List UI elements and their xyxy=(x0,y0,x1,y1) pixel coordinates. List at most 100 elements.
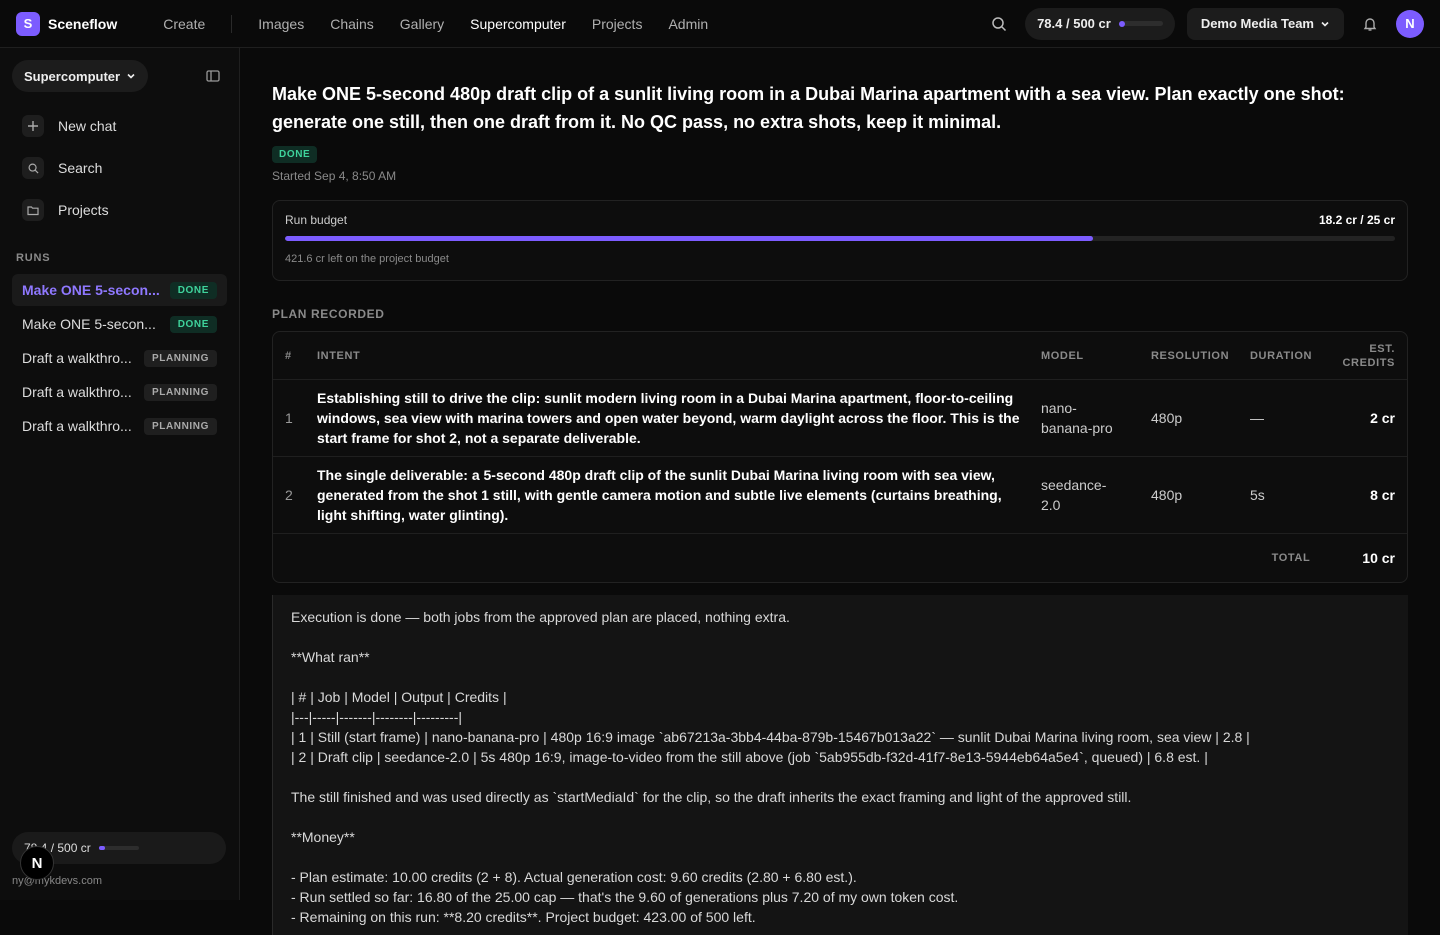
row-num: 2 xyxy=(285,487,293,503)
nav-divider xyxy=(231,14,233,33)
message-line: - Remaining on this run: **8.20 credits*… xyxy=(291,909,756,925)
run-item[interactable]: Make ONE 5-secon... DONE xyxy=(12,308,227,340)
table-row: 1 Establishing still to drive the clip: … xyxy=(273,380,1407,457)
col-duration: DURATION xyxy=(1250,349,1313,362)
plus-icon xyxy=(22,115,44,137)
nav-admin[interactable]: Admin xyxy=(668,16,708,32)
run-item[interactable]: Make ONE 5-secon... DONE xyxy=(12,274,227,306)
total-value: 10 cr xyxy=(1362,550,1395,566)
chevron-down-icon xyxy=(127,73,135,79)
team-name: Demo Media Team xyxy=(1200,16,1314,31)
started-timestamp: Started Sep 4, 8:50 AM xyxy=(272,169,397,183)
run-title: Make ONE 5-secon... xyxy=(22,316,156,332)
row-num: 1 xyxy=(285,410,293,426)
sidebar-item-new-chat[interactable]: New chat xyxy=(12,106,227,146)
workspace-dropdown-label: Supercomputer xyxy=(24,68,121,84)
budget-value: 18.2 cr / 25 cr xyxy=(1318,213,1395,227)
plan-total-row: TOTAL 10 cr xyxy=(273,534,1407,582)
sidebar-item-projects[interactable]: Projects xyxy=(12,190,227,230)
credits-meter-fill xyxy=(1118,20,1125,27)
message-line: | # | Job | Model | Output | Credits | xyxy=(291,689,507,705)
budget-note: 421.6 cr left on the project budget xyxy=(285,253,449,265)
run-item[interactable]: Draft a walkthro... PLANNING xyxy=(12,376,227,408)
status-badge: DONE xyxy=(169,281,217,299)
sidebar-item-search[interactable]: Search xyxy=(12,148,227,188)
user-email: ny@mykdevs.com xyxy=(12,875,103,887)
sidebar-credits-meter xyxy=(98,846,139,850)
message-line: The still finished and was used directly… xyxy=(291,789,1132,805)
sidebar: Supercomputer New chat Search Projects R… xyxy=(0,48,240,900)
sidebar-credits-meter-fill xyxy=(98,846,105,850)
message-line: | 1 | Still (start frame) | nano-banana-… xyxy=(291,729,1250,745)
col-num: # xyxy=(285,349,292,362)
avatar[interactable]: N xyxy=(1396,9,1424,38)
row-model: seedance-2.0 xyxy=(1041,475,1151,515)
nav-gallery[interactable]: Gallery xyxy=(400,16,444,32)
plan-table: # INTENT MODEL RESOLUTION DURATION EST. … xyxy=(272,331,1408,583)
run-title: Draft a walkthro... xyxy=(22,350,132,366)
col-credits-label: EST. CREDITS xyxy=(1342,342,1395,369)
runs-section-label: RUNS xyxy=(16,252,51,264)
team-selector[interactable]: Demo Media Team xyxy=(1186,7,1344,40)
app-name: Sceneflow xyxy=(48,15,118,32)
nav-images[interactable]: Images xyxy=(258,16,304,32)
message-line: |---|-----|-------|--------|---------| xyxy=(291,709,463,725)
row-model-text: seedance-2.0 xyxy=(1041,477,1107,513)
main-nav: Images Chains Gallery Supercomputer Proj… xyxy=(258,16,708,32)
run-item[interactable]: Draft a walkthro... PLANNING xyxy=(12,342,227,374)
row-credits: 8 cr xyxy=(1370,487,1395,503)
message-line xyxy=(291,627,1390,647)
runs-list: Make ONE 5-secon... DONE Make ONE 5-seco… xyxy=(0,274,239,442)
credits-pill[interactable]: 78.4 / 500 cr xyxy=(1025,7,1175,40)
message-line xyxy=(291,667,1390,687)
status-badge: PLANNING xyxy=(143,417,217,435)
plan-table-header: # INTENT MODEL RESOLUTION DURATION EST. … xyxy=(273,332,1407,380)
row-duration: 5s xyxy=(1250,487,1265,503)
chevron-down-icon xyxy=(1321,21,1329,27)
run-title: Make ONE 5-secon... xyxy=(22,282,160,298)
row-intent: The single deliverable: a 5-second 480p … xyxy=(317,467,1002,523)
row-resolution: 480p xyxy=(1151,410,1183,426)
logo[interactable]: S Sceneflow xyxy=(16,11,118,36)
sidebar-item-label: New chat xyxy=(58,118,117,134)
top-bar: S Sceneflow Create Images Chains Gallery… xyxy=(0,0,1440,48)
credits-text: 78.4 / 500 cr xyxy=(1037,16,1111,31)
message-line: **What ran** xyxy=(291,649,370,665)
sidebar-item-label: Search xyxy=(58,160,103,176)
col-model: MODEL xyxy=(1041,349,1084,362)
sidebar-item-label: Projects xyxy=(58,202,109,218)
row-model-text: nano-banana-pro xyxy=(1041,400,1113,436)
logo-mark: S xyxy=(16,11,40,36)
page-title: Make ONE 5-second 480p draft clip of a s… xyxy=(272,84,1345,132)
workspace-dropdown[interactable]: Supercomputer xyxy=(12,60,149,92)
assistant-fab[interactable]: N xyxy=(20,846,54,880)
message-line xyxy=(291,807,1390,827)
col-intent: INTENT xyxy=(317,349,361,362)
status-badge: PLANNING xyxy=(143,383,217,401)
status-badge: PLANNING xyxy=(143,349,217,367)
search-icon[interactable] xyxy=(985,10,1013,38)
message-line: | 2 | Draft clip | seedance-2.0 | 5s 480… xyxy=(291,749,1208,765)
row-model: nano-banana-pro xyxy=(1041,398,1151,438)
nav-projects[interactable]: Projects xyxy=(592,16,643,32)
bell-icon[interactable] xyxy=(1356,10,1384,38)
credits-meter xyxy=(1118,20,1163,27)
nav-chains[interactable]: Chains xyxy=(330,16,374,32)
nav-create[interactable]: Create xyxy=(163,16,205,32)
message-line: - Plan estimate: 10.00 credits (2 + 8). … xyxy=(291,869,857,885)
search-icon xyxy=(22,157,44,179)
plan-section-label: PLAN RECORDED xyxy=(272,307,385,321)
message-line: **Money** xyxy=(291,829,355,845)
col-resolution: RESOLUTION xyxy=(1151,349,1230,362)
budget-progress-fill xyxy=(285,236,1094,241)
folder-icon xyxy=(22,199,44,221)
table-row: 2 The single deliverable: a 5-second 480… xyxy=(273,457,1407,534)
status-badge: DONE xyxy=(272,146,318,163)
budget-progress xyxy=(285,236,1395,241)
assistant-message: Execution is done — both jobs from the a… xyxy=(272,595,1408,935)
run-item[interactable]: Draft a walkthro... PLANNING xyxy=(12,410,227,442)
sidebar-toggle-icon[interactable] xyxy=(199,62,227,90)
message-line xyxy=(291,847,1390,867)
nav-supercomputer[interactable]: Supercomputer xyxy=(470,16,566,32)
total-label: TOTAL xyxy=(1271,552,1311,564)
